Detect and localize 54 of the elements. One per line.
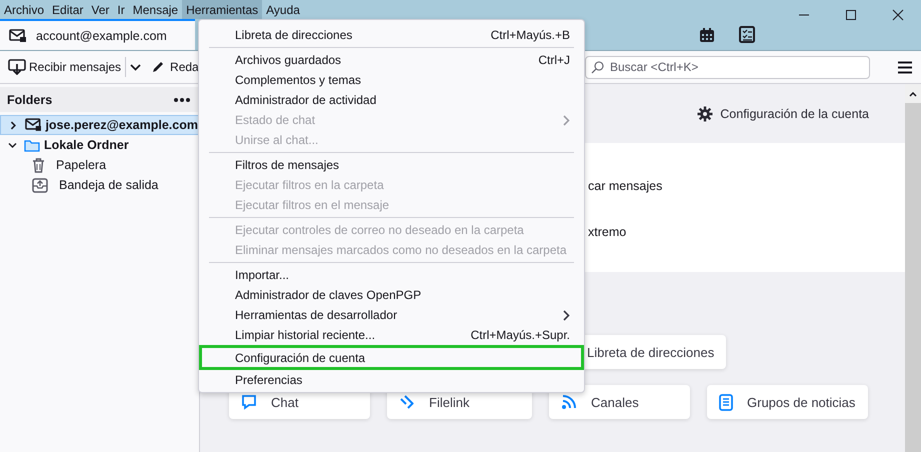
menu-item[interactable]: Importar... xyxy=(199,265,584,285)
folder-icon xyxy=(24,138,40,152)
newspaper-icon xyxy=(719,394,733,410)
close-icon[interactable] xyxy=(892,9,904,21)
menu-bar-item[interactable]: Ir xyxy=(113,0,129,19)
menu-bar-item[interactable]: Ver xyxy=(87,0,114,19)
link-icon xyxy=(399,394,415,410)
search-icon xyxy=(591,60,604,74)
pencil-icon xyxy=(151,60,166,74)
menu-bar-item[interactable]: Ayuda xyxy=(262,0,304,19)
menu-item[interactable]: Filtros de mensajes xyxy=(199,155,584,175)
maximize-icon[interactable] xyxy=(844,9,857,21)
account-tab[interactable]: account@example.com xyxy=(0,19,195,50)
account-option-text[interactable]: xtremo xyxy=(588,225,905,239)
scrollbar-thumb[interactable] xyxy=(905,103,921,452)
write-button[interactable]: Reda xyxy=(151,60,199,74)
pane-title: Folders xyxy=(7,92,52,106)
menu-bar-item[interactable]: Editar xyxy=(48,0,88,19)
chevron-icon[interactable] xyxy=(8,140,17,150)
menu-icon[interactable] xyxy=(898,60,912,74)
feature-button[interactable]: Grupos de noticias xyxy=(707,385,868,419)
account-option-text[interactable]: car mensajes xyxy=(588,179,905,193)
menu-item[interactable]: Complementos y temas xyxy=(199,70,584,90)
menu-item[interactable]: Configuración de cuenta xyxy=(199,345,584,370)
menu-item[interactable]: Herramientas de desarrollador xyxy=(199,305,584,325)
folder-item[interactable]: Bandeja de salida xyxy=(0,175,199,195)
scroll-up-icon[interactable] xyxy=(909,92,917,97)
folder-item[interactable]: Lokale Ordner xyxy=(0,135,199,155)
feed-icon xyxy=(561,394,577,410)
outbox-icon xyxy=(32,178,48,192)
menu-bar-item[interactable]: Archivo xyxy=(0,0,48,19)
search-field[interactable]: Buscar <Ctrl+K> xyxy=(585,56,870,78)
menu-item[interactable]: Libreta de direcciones Ctrl+Mayús.+B xyxy=(199,25,584,45)
feature-button[interactable]: Canales xyxy=(549,385,690,419)
menu-item[interactable]: Administrador de claves OpenPGP xyxy=(199,285,584,305)
menu-bar-item[interactable]: Herramientas xyxy=(182,0,262,19)
folder-item[interactable]: jose.perez@example.com xyxy=(0,115,199,135)
trash-icon xyxy=(32,158,45,172)
account-settings-link[interactable]: Configuración de la cuenta xyxy=(697,106,869,122)
envelope-icon xyxy=(24,118,42,132)
calendar-icon[interactable] xyxy=(699,26,715,42)
chevron-icon[interactable] xyxy=(9,120,18,130)
menu-bar-item[interactable]: Mensaje xyxy=(128,0,182,19)
more-icon[interactable] xyxy=(174,98,190,102)
download-icon xyxy=(8,59,26,75)
get-messages-button[interactable]: Recibir mensajes xyxy=(8,59,122,75)
folder-item[interactable]: Papelera xyxy=(0,155,199,175)
chevron-down-icon[interactable] xyxy=(130,64,142,70)
chat-icon xyxy=(241,394,257,410)
menu-item[interactable]: Archivos guardados Ctrl+J xyxy=(199,50,584,70)
envelope-icon xyxy=(9,28,27,42)
menu-item[interactable]: Administrador de actividad xyxy=(199,90,584,110)
task-list-icon[interactable] xyxy=(739,26,755,43)
gear-icon xyxy=(697,106,714,122)
